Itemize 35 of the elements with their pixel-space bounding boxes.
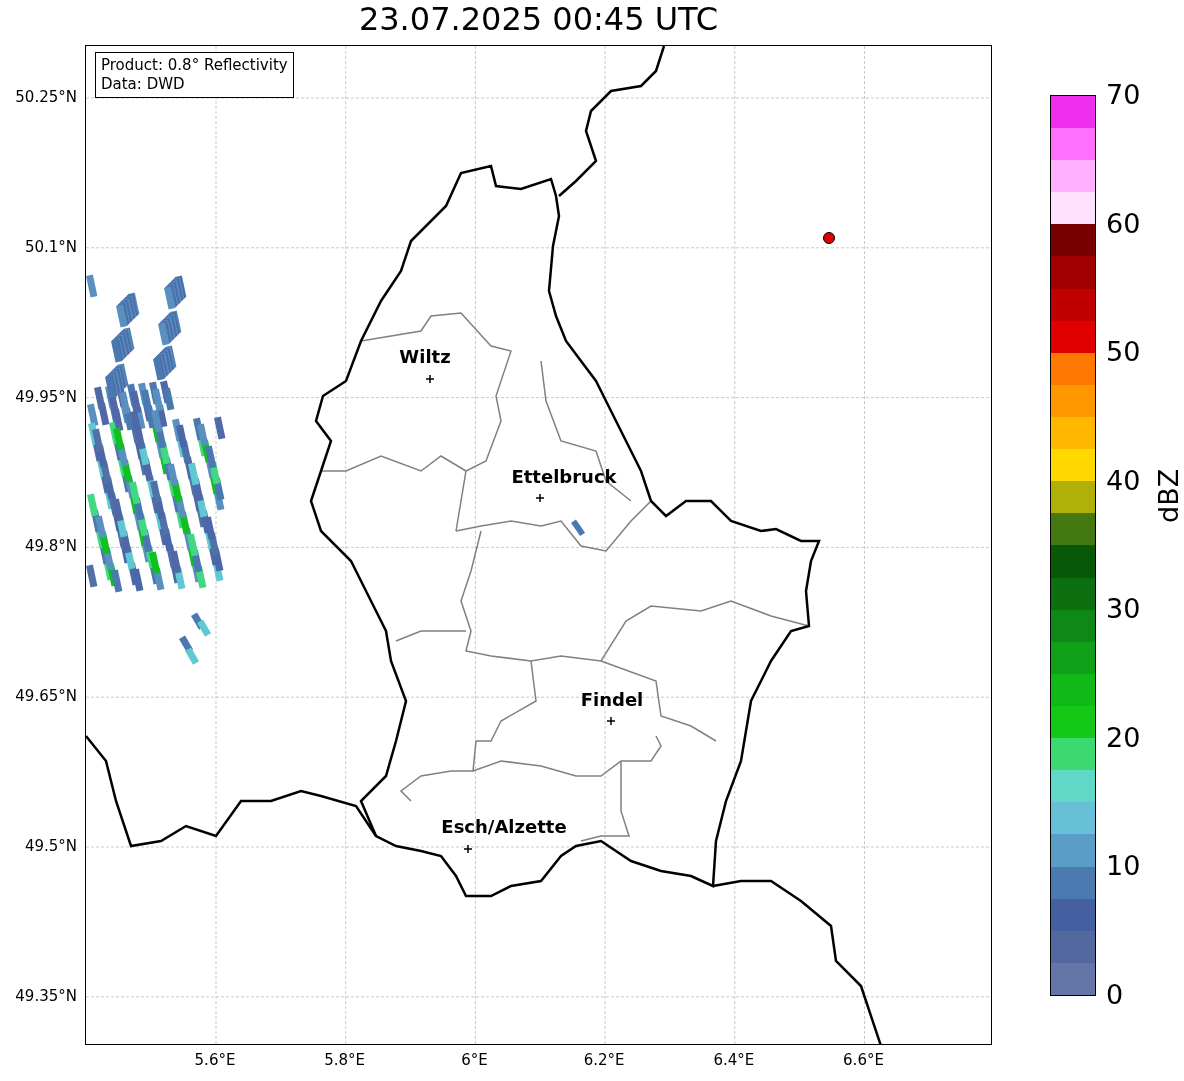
info-text: Product: 0.8° Reflectivity (101, 56, 288, 75)
city-label: Ettelbruck (511, 466, 617, 487)
city-marker-icon (535, 493, 545, 503)
city-marker-icon (463, 844, 473, 854)
city-label: Wiltz (399, 346, 451, 367)
colorbar-tick-label: 40 (1106, 465, 1141, 496)
city-marker-icon (606, 716, 616, 726)
city-label: Findel (580, 689, 644, 710)
colorbar-unit-label: dBZ (1154, 468, 1184, 523)
longitude-label: 6.4°E (713, 1051, 755, 1069)
info-text: Data: DWD (101, 75, 186, 94)
radar-echo-patch (571, 519, 586, 537)
longitude-label: 5.6°E (194, 1051, 236, 1069)
longitude-label: 6.2°E (583, 1051, 625, 1069)
latitude-label: 49.5°N (24, 837, 77, 855)
latitude-label: 49.65°N (15, 687, 77, 706)
colorbar-tick-label: 50 (1106, 337, 1141, 368)
latitude-label: 50.1°N (24, 237, 77, 256)
colorbar-tick-label: 30 (1106, 594, 1141, 625)
chart-title: 23.07.2025 00:45 UTC (358, 0, 719, 39)
longitude-label: 6°E (461, 1051, 488, 1069)
longitude-label: 6.6°E (843, 1051, 884, 1069)
location-dot (823, 232, 835, 244)
latitude-label: 50.25°N (15, 88, 77, 106)
colorbar-tick-label: 0 (1106, 980, 1124, 1010)
colorbar-tick-label: 20 (1106, 722, 1141, 753)
latitude-label: 49.95°N (15, 387, 77, 406)
longitude-label: 5.8°E (324, 1051, 366, 1069)
colorbar-tick-label: 70 (1106, 80, 1141, 110)
city-marker-icon (425, 374, 435, 384)
colorbar-tick-label: 10 (1106, 851, 1141, 882)
latitude-label: 49.35°N (15, 986, 77, 1005)
colorbar-tick-label: 60 (1106, 208, 1141, 239)
city-label: Esch/Alzette (441, 816, 567, 837)
latitude-label: 49.8°N (24, 537, 77, 556)
